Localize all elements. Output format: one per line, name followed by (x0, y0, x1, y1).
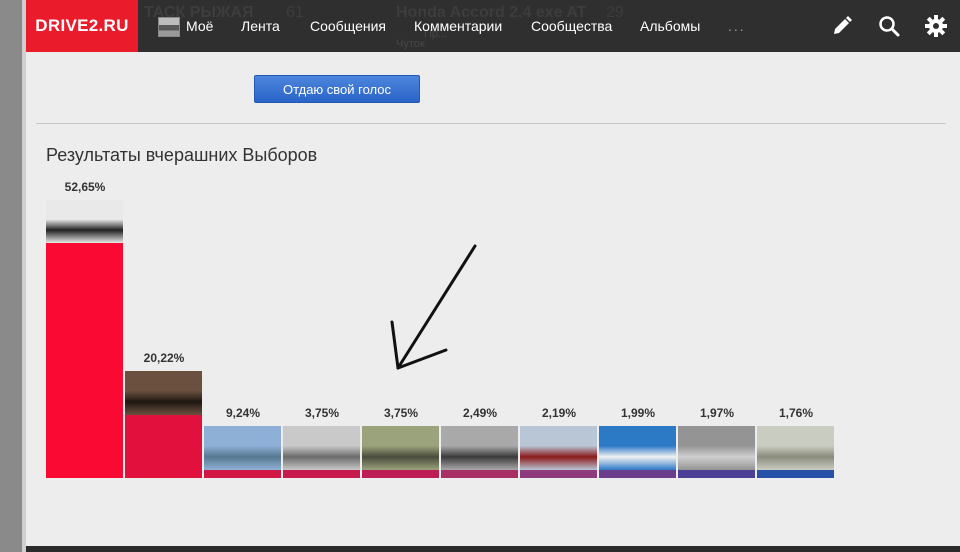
result-bar-2[interactable] (125, 371, 202, 478)
result-bar-3[interactable] (204, 426, 281, 478)
hand-drawn-arrow (390, 244, 477, 370)
car-photo-6[interactable] (441, 426, 518, 470)
nav-item-comments[interactable]: Комментарии (414, 18, 502, 34)
top-navigation-bar: DRIVE2.RU ТАСК РЫЖАЯ 61 Honda Accord 2.4… (26, 0, 960, 52)
result-bar-8[interactable] (599, 426, 676, 478)
car-photo-4[interactable] (283, 426, 360, 470)
search-icon[interactable] (877, 14, 901, 38)
avatar[interactable] (158, 17, 180, 37)
ghost-sub-3: Чуток (396, 38, 425, 50)
vote-button[interactable]: Отдаю свой голос (254, 75, 420, 103)
results-title: Результаты вчерашних Выборов (46, 145, 318, 165)
result-bar-9[interactable] (678, 426, 755, 478)
car-photo-3[interactable] (204, 426, 281, 470)
result-bar-10[interactable] (757, 426, 834, 478)
car-photo-5[interactable] (362, 426, 439, 470)
car-photo-9[interactable] (678, 426, 755, 470)
result-percent-8: 1,99% (620, 406, 656, 420)
result-percent-5: 3,75% (383, 406, 419, 420)
section-divider (36, 123, 946, 124)
nav-item-albums[interactable]: Альбомы (640, 18, 700, 34)
result-bar-1[interactable] (46, 200, 123, 478)
left-window-edge (0, 0, 26, 552)
pencil-icon[interactable] (830, 14, 854, 38)
ghost-count-1: 61 (286, 4, 304, 21)
nav-item-more[interactable]: ... (728, 18, 746, 34)
nav-item-communities[interactable]: Сообщества (531, 18, 612, 34)
site-logo[interactable]: DRIVE2.RU (26, 0, 138, 52)
result-percent-7: 2,19% (541, 406, 577, 420)
result-percent-1: 52,65% (64, 180, 106, 194)
gear-icon[interactable] (924, 14, 948, 38)
car-photo-2[interactable] (125, 371, 202, 415)
nav-item-messages[interactable]: Сообщения (310, 18, 386, 34)
result-bar-4[interactable] (283, 426, 360, 478)
car-photo-8[interactable] (599, 426, 676, 470)
result-percent-6: 2,49% (462, 406, 498, 420)
result-percent-4: 3,75% (304, 406, 340, 420)
nav-item-mine[interactable]: Моё (186, 18, 213, 34)
nav-item-feed[interactable]: Лента (241, 18, 280, 34)
result-percent-9: 1,97% (699, 406, 735, 420)
bottom-window-edge (26, 546, 960, 552)
result-bar-7[interactable] (520, 426, 597, 478)
result-percent-10: 1,76% (778, 406, 814, 420)
result-bar-6[interactable] (441, 426, 518, 478)
car-photo-10[interactable] (757, 426, 834, 470)
car-photo-7[interactable] (520, 426, 597, 470)
result-bar-5[interactable] (362, 426, 439, 478)
result-percent-2: 20,22% (143, 351, 185, 365)
car-photo-1[interactable] (46, 200, 123, 243)
result-percent-3: 9,24% (225, 406, 261, 420)
